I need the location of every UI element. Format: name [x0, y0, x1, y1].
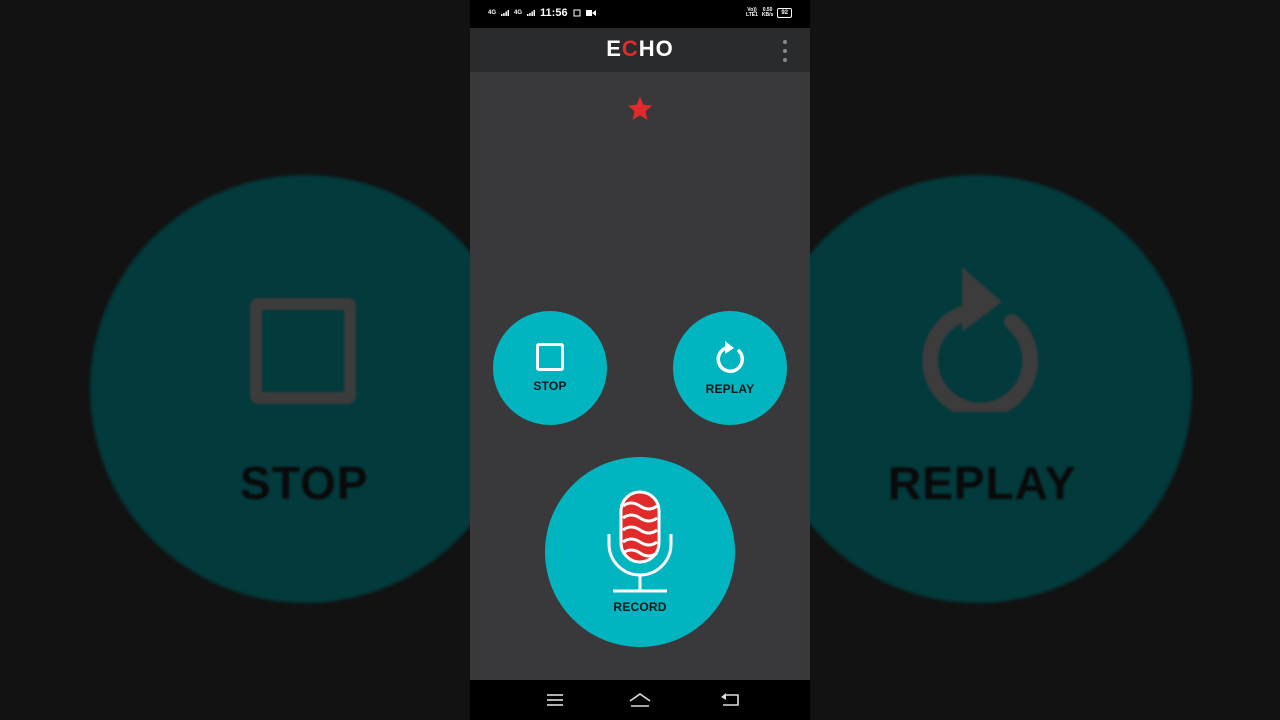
- screen: STOP REPLAY 4G 4G 11:56 Vo)) LTE1 0.50 KB/…: [0, 0, 1280, 720]
- background-replay-icon: [922, 267, 1039, 412]
- stop-label: STOP: [533, 379, 567, 393]
- phone-screen: 4G 4G 11:56 Vo))LTE1 0.50KB/s 92 ECHO: [470, 0, 810, 720]
- background-replay-label: REPLAY: [888, 457, 1077, 509]
- video-camera-icon: [585, 10, 596, 16]
- star-icon[interactable]: [626, 95, 654, 123]
- battery-icon: 92: [777, 8, 792, 18]
- nav-menu-button[interactable]: [543, 690, 567, 710]
- network-speed: 0.50 KB/s: [761, 7, 774, 18]
- signal-icon: [501, 10, 510, 16]
- network-indicator-2: 4G: [514, 10, 523, 16]
- status-time: 11:56: [540, 7, 568, 19]
- menu-icon: [547, 694, 563, 706]
- volte-indicator: Vo)) LTE1: [746, 7, 758, 18]
- home-icon: [629, 693, 651, 707]
- app-logo: ECHO: [606, 36, 674, 61]
- signal-icon: [527, 10, 536, 16]
- background-stop-label: STOP: [240, 457, 369, 509]
- replay-icon: [716, 341, 744, 373]
- replay-button[interactable]: REPLAY: [673, 311, 787, 425]
- status-bar: 4G 4G 11:56 Vo)) LTE1 0.50 KB/s 92: [470, 0, 810, 28]
- navigation-bar: [470, 680, 810, 720]
- nav-home-button[interactable]: [628, 690, 652, 710]
- notification-icon: [573, 9, 581, 17]
- record-label: RECORD: [613, 600, 667, 614]
- replay-label: REPLAY: [705, 382, 755, 396]
- back-icon: [721, 693, 739, 706]
- microphone-icon: [607, 490, 673, 593]
- record-button[interactable]: RECORD: [545, 457, 735, 647]
- nav-back-button[interactable]: [718, 690, 742, 710]
- more-options-button[interactable]: [780, 40, 790, 62]
- background-stop-icon: [250, 298, 356, 404]
- more-vert-icon: [783, 40, 787, 44]
- network-indicator-1: 4G: [488, 10, 497, 16]
- stop-icon: [536, 343, 564, 371]
- stop-button[interactable]: STOP: [493, 311, 607, 425]
- app-bar: ECHO: [470, 28, 810, 72]
